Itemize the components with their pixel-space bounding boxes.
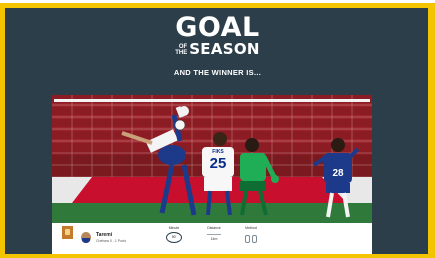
player-avatar <box>81 232 91 243</box>
left-foot-icon <box>245 235 250 243</box>
player-name: Taremi <box>96 232 113 238</box>
logo-season-text: SEASON <box>189 40 260 58</box>
goal-photo: 25 FIKS 28 <box>52 95 372 223</box>
logo-the-text: THE <box>175 49 188 56</box>
logo-goal-text: GOAL <box>175 12 260 43</box>
goal-photo-illustration: 25 FIKS 28 <box>52 95 372 223</box>
jersey-number-28: 28 <box>332 168 344 179</box>
frame-edge-right <box>428 8 435 258</box>
stat-minute-value: 90' <box>166 232 182 243</box>
top-strip <box>0 0 435 3</box>
goal-info-bar: Taremi Chelsea 0 - 1 Porto Minute 90' Di… <box>52 223 372 254</box>
club-badge-icon <box>62 226 73 239</box>
stat-distance-value: 14m <box>210 237 218 241</box>
logo-of-the: OF THE <box>175 44 187 56</box>
jersey-number-25: 25 <box>210 155 227 172</box>
distance-bar <box>207 234 221 235</box>
stat-method: Method <box>236 226 266 248</box>
jersey-name: FIKS <box>212 149 224 155</box>
winner-announcement: AND THE WINNER IS... <box>173 68 262 77</box>
right-foot-icon <box>252 235 257 243</box>
stat-minute: Minute 90' <box>159 226 189 243</box>
foot-icons <box>244 230 258 247</box>
stat-distance: Distance 14m <box>199 226 229 241</box>
logo-season-row: OF THE SEASON <box>170 42 265 57</box>
stat-minute-label: Minute <box>168 226 180 230</box>
match-score: Chelsea 0 - 1 Porto <box>96 239 127 243</box>
stat-distance-label: Distance <box>207 226 221 230</box>
frame-edge-bottom <box>0 254 435 258</box>
goal-of-the-season-logo: GOAL OF THE SEASON <box>170 14 265 58</box>
